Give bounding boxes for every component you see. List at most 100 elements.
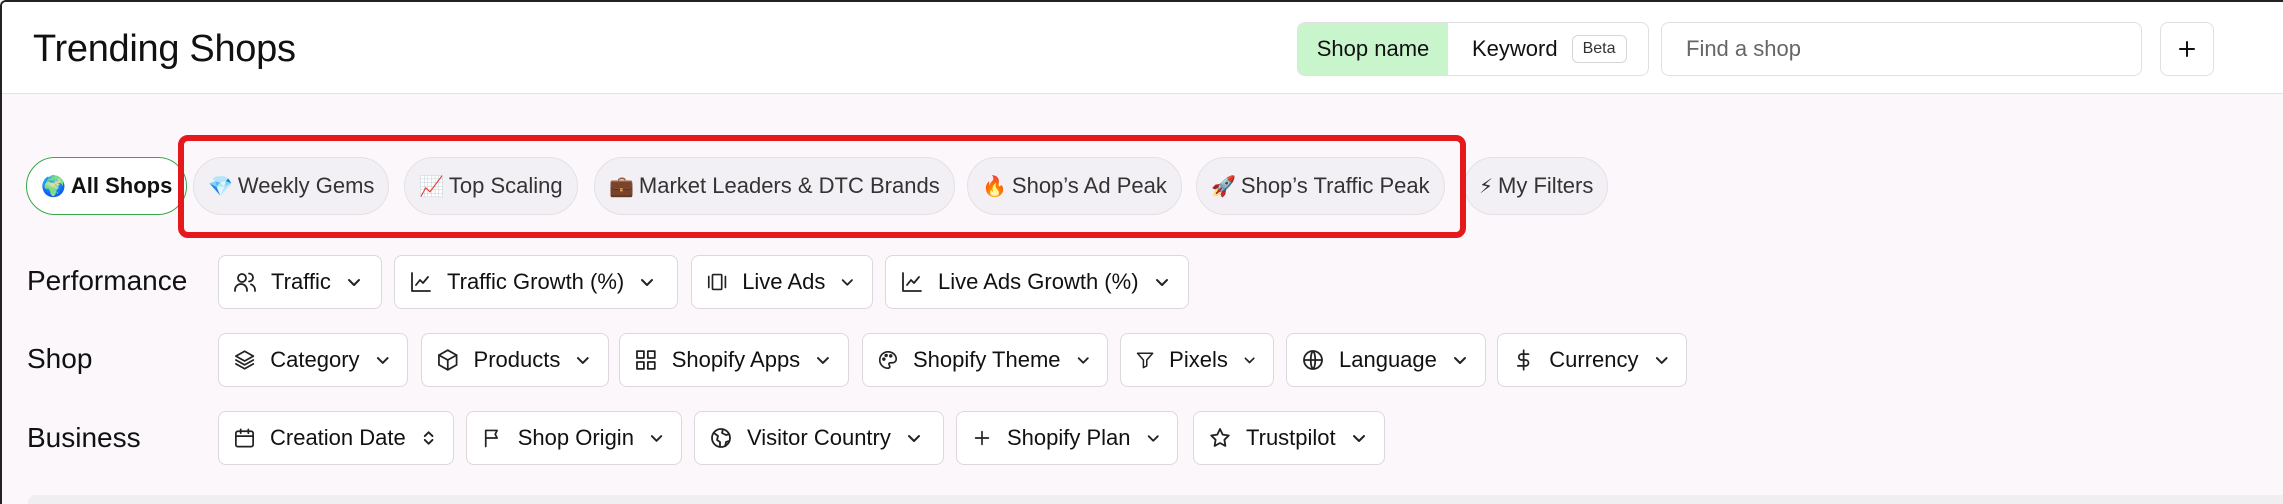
chevron-down-icon [376, 357, 389, 364]
app-window: Trending Shops Shop name Keyword Beta 🌍 … [0, 0, 2283, 504]
flag-icon [484, 429, 498, 448]
filter-shopify-apps[interactable]: Shopify Apps [619, 333, 849, 387]
filter-live-ads-growth[interactable]: Live Ads Growth (%) [885, 255, 1189, 309]
filter-traffic[interactable]: Traffic [218, 255, 382, 309]
chevron-down-icon [842, 279, 854, 286]
chevron-down-icon [1155, 279, 1168, 286]
layers-icon [235, 350, 255, 370]
chevron-down-icon [907, 435, 920, 442]
line-chart-icon [411, 272, 431, 292]
palette-icon [879, 350, 898, 370]
preset-label: Weekly Gems [237, 173, 375, 198]
filter-visitor-country[interactable]: Visitor Country [694, 411, 944, 465]
globe-emoji-icon: 🌍 [41, 175, 66, 198]
chevron-down-icon [650, 435, 663, 442]
header-bar: Trending Shops Shop name Keyword Beta [2, 2, 2283, 94]
filter-label: Creation Date [270, 425, 406, 450]
chevron-down-icon [1147, 435, 1159, 442]
filter-label: Category [270, 347, 360, 372]
apps-grid-icon [636, 350, 656, 370]
preset-weekly-gems[interactable]: 💎 Weekly Gems [193, 157, 390, 215]
beta-badge: Beta [1571, 35, 1627, 63]
page-title: Trending Shops [33, 28, 296, 70]
chevron-down-icon [1244, 357, 1255, 364]
preset-label: Shop’s Traffic Peak [1240, 173, 1430, 198]
preset-label: All Shops [70, 173, 173, 198]
filter-trustpilot[interactable]: Trustpilot [1193, 411, 1385, 465]
preset-top-scaling[interactable]: 📈 Top Scaling [404, 157, 578, 215]
chevron-down-icon [817, 357, 830, 364]
filter-products[interactable]: Products [421, 333, 609, 387]
filter-label: Currency [1549, 347, 1639, 372]
lightning-emoji-icon: ⚡ [1479, 175, 1494, 198]
filter-label: Live Ads Growth (%) [938, 269, 1139, 294]
filter-pixels[interactable]: Pixels [1120, 333, 1274, 387]
funnel-icon [1136, 352, 1154, 369]
performance-row-label: Performance [27, 265, 188, 296]
filter-label: Traffic Growth (%) [447, 269, 625, 294]
plus-icon [2179, 41, 2195, 57]
filter-label: Shopify Apps [671, 347, 801, 372]
sort-updown-icon [423, 431, 434, 445]
filter-shopify-plan[interactable]: Shopify Plan [956, 411, 1178, 465]
filter-label: Trustpilot [1246, 425, 1336, 450]
filter-label: Shopify Theme [912, 347, 1061, 372]
add-button[interactable] [2160, 22, 2214, 76]
results-panel [28, 495, 2283, 504]
dollar-icon [1516, 349, 1530, 371]
filter-label: Visitor Country [747, 425, 891, 450]
preset-label: Market Leaders & DTC Brands [638, 173, 940, 198]
chevron-down-icon [1453, 357, 1466, 364]
keyword-mode-label: Keyword [1472, 36, 1558, 61]
line-chart-icon [902, 272, 922, 292]
chevron-down-icon [577, 357, 590, 364]
filter-label: Shop Origin [517, 425, 634, 450]
preset-my-filters[interactable]: ⚡ My Filters [1464, 157, 1609, 215]
preset-shop-ad-peak[interactable]: 🔥 Shop’s Ad Peak [967, 157, 1182, 215]
filter-label: Live Ads [742, 269, 826, 294]
chart-up-emoji-icon: 📈 [419, 175, 444, 198]
chevron-down-icon [641, 279, 654, 286]
globe-icon [1303, 350, 1323, 370]
preset-market-leaders[interactable]: 💼 Market Leaders & DTC Brands [594, 157, 955, 215]
fire-emoji-icon: 🔥 [982, 175, 1007, 198]
chevron-down-icon [1352, 435, 1365, 442]
filter-label: Traffic [271, 269, 331, 294]
plus-icon [974, 430, 990, 446]
briefcase-emoji-icon: 💼 [609, 175, 634, 198]
filter-creation-date[interactable]: Creation Date [218, 411, 454, 465]
box-icon [438, 349, 458, 371]
calendar-icon [235, 428, 254, 448]
filter-live-ads[interactable]: Live Ads [691, 255, 873, 309]
preset-label: Shop’s Ad Peak [1011, 173, 1167, 198]
chevron-down-icon [347, 279, 360, 286]
carousel-icon [707, 273, 727, 291]
preset-label: My Filters [1498, 173, 1594, 198]
rocket-emoji-icon: 🚀 [1211, 175, 1236, 198]
chevron-down-icon [1655, 357, 1668, 364]
filter-traffic-growth[interactable]: Traffic Growth (%) [394, 255, 678, 309]
gem-emoji-icon: 💎 [208, 175, 233, 198]
preset-label: Top Scaling [448, 173, 563, 198]
star-icon [1210, 428, 1230, 447]
keyword-mode-button[interactable]: Keyword Beta [1448, 35, 1627, 63]
filter-label: Shopify Plan [1006, 425, 1131, 450]
search-mode-toggle: Shop name Keyword Beta [1297, 22, 1649, 76]
users-icon [234, 272, 256, 292]
filter-shop-origin[interactable]: Shop Origin [466, 411, 682, 465]
filter-currency[interactable]: Currency [1497, 333, 1687, 387]
filter-shopify-theme[interactable]: Shopify Theme [862, 333, 1108, 387]
business-row-label: Business [27, 422, 141, 453]
shop-name-mode-button[interactable]: Shop name [1298, 23, 1448, 75]
filter-label: Products [473, 347, 561, 372]
filter-label: Language [1339, 347, 1437, 372]
shop-row-label: Shop [27, 343, 93, 374]
shop-search-input[interactable] [1661, 22, 2142, 76]
filter-label: Pixels [1169, 347, 1228, 372]
preset-all-shops[interactable]: 🌍 All Shops [26, 157, 188, 215]
filter-language[interactable]: Language [1286, 333, 1486, 387]
preset-shop-traffic-peak[interactable]: 🚀 Shop’s Traffic Peak [1196, 157, 1445, 215]
filter-category[interactable]: Category [218, 333, 408, 387]
chevron-down-icon [1077, 357, 1089, 364]
world-icon [711, 428, 731, 448]
